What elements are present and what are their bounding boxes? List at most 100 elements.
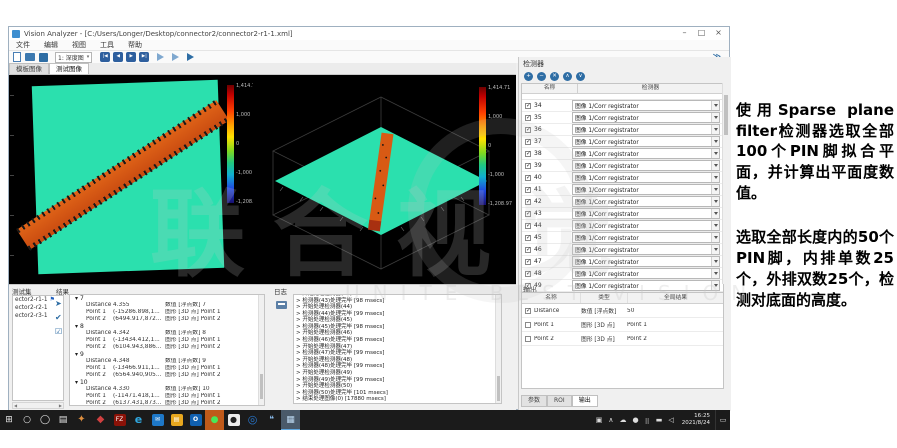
output-checkbox[interactable]: ✓: [525, 308, 531, 314]
menu-item[interactable]: 文件: [9, 40, 37, 50]
maximize-button[interactable]: □: [693, 27, 710, 39]
registrator-select[interactable]: 图像 1/Corr registrator: [572, 136, 720, 147]
delete-detector-button[interactable]: ✕: [550, 72, 559, 81]
output-checkbox[interactable]: [525, 322, 531, 328]
detector-checkbox[interactable]: ✓: [525, 199, 531, 205]
left-3d-view[interactable]: 1,414.711,0000-1,000-1,208.97: [9, 75, 253, 284]
output-row[interactable]: ✓ Distance 数值 [浮点数] 50: [522, 304, 723, 318]
registrator-select[interactable]: 图像 1/Corr registrator: [572, 244, 720, 255]
tab-test-image[interactable]: 测试图像: [49, 63, 89, 74]
minimize-button[interactable]: –: [676, 27, 693, 39]
detector-list-scrollbar[interactable]: [722, 83, 729, 284]
detector-row[interactable]: ✓ 47 图像 1/Corr registrator: [522, 256, 723, 268]
detector-row[interactable]: ✓ 44 图像 1/Corr registrator: [522, 220, 723, 232]
close-button[interactable]: ×: [710, 27, 727, 39]
detector-checkbox[interactable]: ✓: [525, 163, 531, 169]
status-green-icon[interactable]: ●: [630, 410, 642, 430]
registrator-select[interactable]: 图像 1/Corr registrator: [572, 268, 720, 279]
view-selector[interactable]: 1: 深度图▾: [55, 52, 92, 63]
tab-template-image[interactable]: 模板图像: [9, 63, 49, 74]
cortana-icon[interactable]: ◯: [36, 410, 54, 430]
detector-checkbox[interactable]: ✓: [525, 271, 531, 277]
hand-tool-app-icon[interactable]: ✦: [72, 410, 91, 430]
file-explorer-icon[interactable]: ▤: [167, 410, 186, 430]
tab-parameters[interactable]: 参数: [521, 395, 547, 407]
notifications-icon[interactable]: ▭: [715, 410, 730, 430]
menu-item[interactable]: 帮助: [121, 40, 149, 50]
detector-row[interactable]: ✓ 46 图像 1/Corr registrator: [522, 244, 723, 256]
result-group[interactable]: ▾ 9 Distance4.348数值 [浮点数] 9 Point 1(-134…: [70, 351, 264, 379]
detector-row[interactable]: ✓ 38 图像 1/Corr registrator: [522, 148, 723, 160]
registrator-select[interactable]: 图像 1/Corr registrator: [572, 256, 720, 267]
menu-item[interactable]: 视图: [65, 40, 93, 50]
detector-row[interactable]: ✓ 45 图像 1/Corr registrator: [522, 232, 723, 244]
continue-icon[interactable]: ➤: [55, 299, 62, 308]
last-image-button[interactable]: ▶|: [139, 52, 149, 62]
paint-app-icon[interactable]: ◆: [91, 410, 110, 430]
log-box[interactable]: > 开始处理检测器(41)> 检测器(41)处理完毕 [106 msecs]> …: [293, 294, 502, 404]
tray-app-icon[interactable]: ▣: [593, 410, 606, 430]
volume-icon[interactable]: ◁: [665, 410, 676, 430]
detector-checkbox[interactable]: ✓: [525, 247, 531, 253]
remove-detector-button[interactable]: −: [537, 72, 546, 81]
report-icon[interactable]: ☑: [55, 327, 62, 336]
run-all-button[interactable]: [187, 53, 194, 61]
detector-checkbox[interactable]: ✓: [525, 259, 531, 265]
new-file-button[interactable]: [13, 52, 21, 62]
log-scrollbar[interactable]: [495, 295, 501, 403]
detector-row[interactable]: ✓ 37 图像 1/Corr registrator: [522, 136, 723, 148]
print-icon[interactable]: [276, 301, 287, 309]
result-group[interactable]: ▾ 10 Distance4.330数值 [浮点数] 10 Point 1(-1…: [70, 379, 264, 406]
battery-icon[interactable]: ▬: [653, 410, 666, 430]
detector-checkbox[interactable]: ✓: [525, 235, 531, 241]
registrator-select[interactable]: 图像 1/Corr registrator: [572, 196, 720, 207]
detector-row[interactable]: ✓ 39 图像 1/Corr registrator: [522, 160, 723, 172]
first-image-button[interactable]: |◀: [100, 52, 110, 62]
onedrive-icon[interactable]: ☁: [617, 410, 630, 430]
title-bar[interactable]: Vision Analyzer - [C:/Users/Longer/Deskt…: [9, 27, 729, 40]
scroll-left-icon[interactable]: ◀: [13, 403, 18, 408]
registrator-select[interactable]: 图像 1/Corr registrator: [572, 100, 720, 111]
photo-viewer-icon[interactable]: ▦: [281, 410, 300, 430]
accept-icon[interactable]: ✔: [55, 313, 62, 322]
detector-row[interactable]: ✓ 34 图像 1/Corr registrator: [522, 100, 723, 112]
registrator-select[interactable]: 图像 1/Corr registrator: [572, 172, 720, 183]
testset-hscrollbar[interactable]: ◀ ▶: [12, 402, 64, 409]
detector-checkbox[interactable]: ✓: [525, 127, 531, 133]
tab-roi[interactable]: ROI: [547, 395, 572, 407]
menu-item[interactable]: 工具: [93, 40, 121, 50]
detector-checkbox[interactable]: ✓: [525, 139, 531, 145]
run-once-button[interactable]: [157, 53, 164, 61]
task-view-icon[interactable]: ▤: [54, 410, 72, 430]
middle-3d-view[interactable]: 1,414.711,0000-1,000-1,208.97: [253, 75, 516, 284]
detector-row[interactable]: ✓ 40 图像 1/Corr registrator: [522, 172, 723, 184]
browser-globe-icon[interactable]: ◎: [243, 410, 262, 430]
tab-output[interactable]: 输出: [572, 395, 598, 407]
detector-checkbox[interactable]: ✓: [525, 151, 531, 157]
open-file-button[interactable]: [25, 53, 35, 61]
registrator-select[interactable]: 图像 1/Corr registrator: [572, 280, 720, 291]
detector-row[interactable]: ✓ 36 图像 1/Corr registrator: [522, 124, 723, 136]
detector-checkbox[interactable]: ✓: [525, 175, 531, 181]
add-detector-button[interactable]: +: [524, 72, 533, 81]
detector-row[interactable]: ✓ 43 图像 1/Corr registrator: [522, 208, 723, 220]
run-step-button[interactable]: [172, 53, 179, 61]
detector-row[interactable]: ✓ 41 图像 1/Corr registrator: [522, 184, 723, 196]
detector-checkbox[interactable]: ✓: [525, 115, 531, 121]
detector-checkbox[interactable]: ✓: [525, 187, 531, 193]
detector-row[interactable]: ✓ 42 图像 1/Corr registrator: [522, 196, 723, 208]
network-icon[interactable]: ⣶: [642, 410, 653, 430]
registrator-select[interactable]: 图像 1/Corr registrator: [572, 112, 720, 123]
start-button[interactable]: ⊞: [0, 410, 18, 430]
qq-icon[interactable]: ●: [224, 410, 243, 430]
results-tree[interactable]: ▾ 7 Distance4.355数值 [浮点数] 7 Point 1(-152…: [69, 294, 265, 406]
outlook-icon[interactable]: O: [186, 410, 205, 430]
wechat-icon[interactable]: ●: [205, 410, 224, 430]
scroll-right-icon[interactable]: ▶: [58, 403, 63, 408]
output-row[interactable]: Point 1 图形 [3D 点] Point 1: [522, 318, 723, 332]
result-group[interactable]: ▾ 8 Distance4.342数值 [浮点数] 8 Point 1(-134…: [70, 323, 264, 351]
output-row[interactable]: Point 2 图形 [3D 点] Point 2: [522, 332, 723, 346]
registrator-select[interactable]: 图像 1/Corr registrator: [572, 124, 720, 135]
filezilla-icon[interactable]: FZ: [110, 410, 129, 430]
next-image-button[interactable]: ▶: [126, 52, 136, 62]
